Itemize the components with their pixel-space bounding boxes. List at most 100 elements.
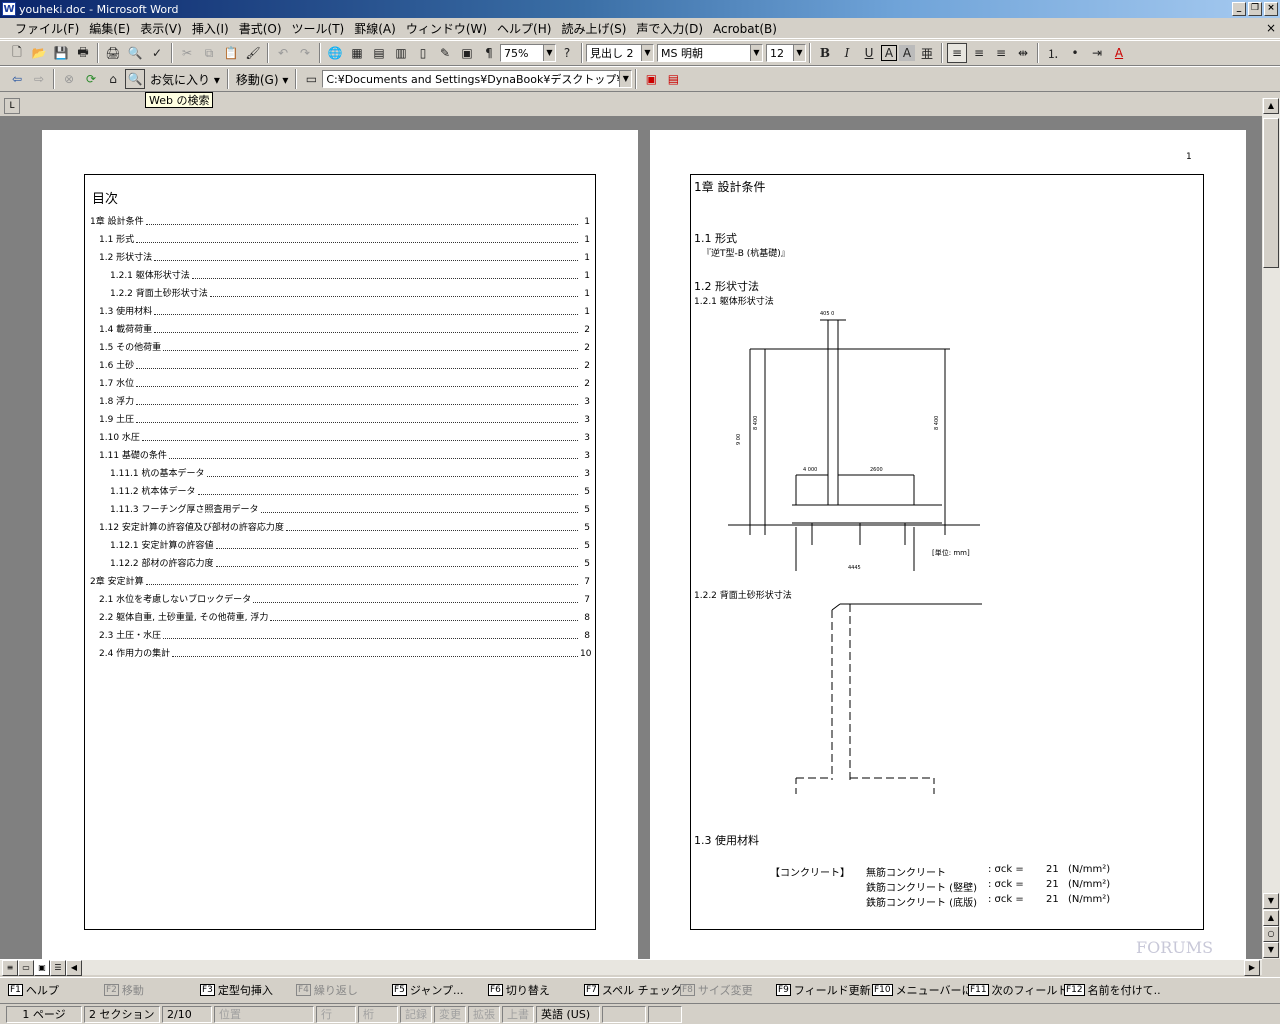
menu-file[interactable]: ファイル(F) (10, 20, 84, 37)
menu-tools[interactable]: ツール(T) (287, 20, 350, 37)
go-menu[interactable]: 移動(G) ▾ (232, 71, 293, 88)
align-right-icon[interactable]: ≡ (991, 43, 1011, 63)
fkey-f5[interactable]: F5 ジャンプ... (392, 982, 488, 998)
next-page-icon[interactable]: ▼ (1263, 942, 1279, 958)
toc-entry[interactable]: 1章 設計条件 1 (90, 210, 590, 228)
align-center-icon[interactable]: ≡ (969, 43, 989, 63)
align-justify-icon[interactable]: ≡ (947, 43, 967, 63)
fkey-f12[interactable]: F12 名前を付けて... (1064, 982, 1160, 998)
distribute-icon[interactable]: ⇹ (1013, 43, 1033, 63)
zoom-select[interactable]: 75% ▼ (500, 44, 556, 62)
toc-entry[interactable]: 2.3 土圧・水圧 8 (90, 624, 590, 642)
drawing-icon[interactable]: ✎ (435, 43, 455, 63)
address-field[interactable]: C:¥Documents and Settings¥DynaBook¥デスクトッ… (322, 70, 633, 88)
fkey-f1[interactable]: F1 ヘルプ (8, 982, 104, 998)
toc-entry[interactable]: 2章 安定計算 7 (90, 570, 590, 588)
show-hide-icon[interactable]: ¶ (479, 43, 499, 63)
insert-excel-icon[interactable]: ▥ (391, 43, 411, 63)
menu-acrobat[interactable]: Acrobat(B) (708, 22, 782, 36)
acrobat-pdf-icon[interactable]: ▣ (641, 69, 661, 89)
toc-entry[interactable]: 1.7 水位 2 (90, 372, 590, 390)
toc-entry[interactable]: 1.10 水圧 3 (90, 426, 590, 444)
character-shading-button[interactable]: A (899, 45, 915, 61)
toc-entry[interactable]: 2.4 作用力の集計 10 (90, 642, 591, 660)
menu-insert[interactable]: 挿入(I) (187, 20, 234, 37)
menu-view[interactable]: 表示(V) (135, 20, 187, 37)
document-close-icon[interactable]: × (1266, 21, 1276, 35)
toc-entry[interactable]: 1.11.2 杭本体データ 5 (90, 480, 590, 498)
menu-format[interactable]: 書式(O) (234, 20, 287, 37)
search-web-icon[interactable]: 🔍 (125, 69, 145, 89)
favorites-menu[interactable]: お気に入り ▾ (146, 71, 224, 88)
scroll-thumb[interactable] (1263, 118, 1279, 268)
outline-view-icon[interactable]: ☰ (50, 960, 66, 976)
tables-borders-icon[interactable]: ▦ (347, 43, 367, 63)
stop-icon[interactable]: ⊗ (59, 69, 79, 89)
fkey-f2[interactable]: F2 移動 (104, 982, 200, 998)
previous-page-icon[interactable]: ▲ (1263, 910, 1279, 926)
browse-object-icon[interactable]: ○ (1263, 926, 1279, 942)
menu-table[interactable]: 罫線(A) (349, 20, 401, 37)
forward-icon[interactable]: ⇨ (29, 69, 49, 89)
character-border-button[interactable]: A (881, 45, 897, 61)
toc-entry[interactable]: 1.2.2 背面土砂形状寸法 1 (90, 282, 590, 300)
redo-icon[interactable]: ↷ (295, 43, 315, 63)
show-only-web-toolbar-icon[interactable]: ▭ (301, 69, 321, 89)
toc-entry[interactable]: 2.2 躯体自重, 土砂重量, その他荷重, 浮力 8 (90, 606, 590, 624)
menu-edit[interactable]: 編集(E) (84, 20, 135, 37)
toc-entry[interactable]: 1.4 載荷荷重 2 (90, 318, 590, 336)
print-layout-view-icon[interactable]: ▣ (34, 960, 50, 976)
scroll-up-icon[interactable]: ▲ (1263, 98, 1279, 114)
fkey-f4[interactable]: F4 繰り返し (296, 982, 392, 998)
copy-icon[interactable]: ⧉ (199, 43, 219, 63)
open-folder-icon[interactable]: 📂 (29, 43, 49, 63)
scroll-right-icon[interactable]: ▶ (1244, 960, 1260, 976)
toc-entry[interactable]: 1.8 浮力 3 (90, 390, 590, 408)
menu-window[interactable]: ウィンドウ(W) (401, 20, 492, 37)
spelling-icon[interactable]: ✓ (147, 43, 167, 63)
permission-icon[interactable]: 🖶 (73, 43, 93, 63)
phonetic-guide-icon[interactable]: 亜 (917, 43, 937, 63)
fkey-f10[interactable]: F10メニューバーに... (872, 982, 968, 998)
font-select[interactable]: MS 明朝 ▼ (657, 44, 763, 62)
tab-selector[interactable]: L (4, 98, 20, 114)
toc-entry[interactable]: 1.2.1 躯体形状寸法 1 (90, 264, 590, 282)
font-size-select[interactable]: 12 ▼ (766, 44, 806, 62)
fkey-f9[interactable]: F9 フィールド更新 (776, 982, 872, 998)
underline-button[interactable]: U (859, 43, 879, 63)
toc-entry[interactable]: 1.9 土圧 3 (90, 408, 590, 426)
status-track-changes[interactable]: 変更 (434, 1005, 466, 1023)
scroll-down-icon[interactable]: ▼ (1263, 893, 1279, 909)
menu-help[interactable]: ヘルプ(H) (492, 20, 556, 37)
style-select[interactable]: 見出し 2 ▼ (586, 44, 654, 62)
refresh-icon[interactable]: ⟳ (81, 69, 101, 89)
italic-button[interactable]: I (837, 43, 857, 63)
paste-icon[interactable]: 📋 (221, 43, 241, 63)
toc-entry[interactable]: 2.1 水位を考慮しないブロックデータ 7 (90, 588, 590, 606)
fkey-f3[interactable]: F3 定型句挿入 (200, 982, 296, 998)
new-document-icon[interactable]: 🗋 (7, 43, 27, 63)
fkey-f7[interactable]: F7スペル チェック... (584, 982, 680, 998)
fkey-f8[interactable]: F8 サイズ変更 (680, 982, 776, 998)
toc-entry[interactable]: 1.3 使用材料 1 (90, 300, 590, 318)
menu-speech[interactable]: 読み上げ(S) (556, 20, 631, 37)
insert-table-icon[interactable]: ▤ (369, 43, 389, 63)
back-icon[interactable]: ⇦ (7, 69, 27, 89)
toc-entry[interactable]: 1.6 土砂 2 (90, 354, 590, 372)
normal-view-icon[interactable]: ≡ (2, 960, 18, 976)
menu-voice-input[interactable]: 声で入力(D) (631, 20, 708, 37)
print-icon[interactable]: 🖨 (103, 43, 123, 63)
minimize-button[interactable]: _ (1232, 2, 1246, 16)
toc-entry[interactable]: 1.12 安定計算の許容値及び部材の許容応力度 5 (90, 516, 590, 534)
restore-button[interactable]: ❐ (1248, 2, 1262, 16)
bold-button[interactable]: B (815, 43, 835, 63)
toc-entry[interactable]: 1.2 形状寸法 1 (90, 246, 590, 264)
numbering-icon[interactable]: ⒈ (1043, 43, 1063, 63)
home-icon[interactable]: ⌂ (103, 69, 123, 89)
save-icon[interactable]: 💾 (51, 43, 71, 63)
word-app-icon[interactable]: W (2, 2, 16, 16)
horizontal-scrollbar[interactable]: ≡ ▭ ▣ ☰ ◀ ▶ (0, 959, 1262, 976)
indent-icon[interactable]: ⇥ (1087, 43, 1107, 63)
columns-icon[interactable]: ▯ (413, 43, 433, 63)
toc-entry[interactable]: 1.11.3 フーチング厚さ照査用データ 5 (90, 498, 590, 516)
